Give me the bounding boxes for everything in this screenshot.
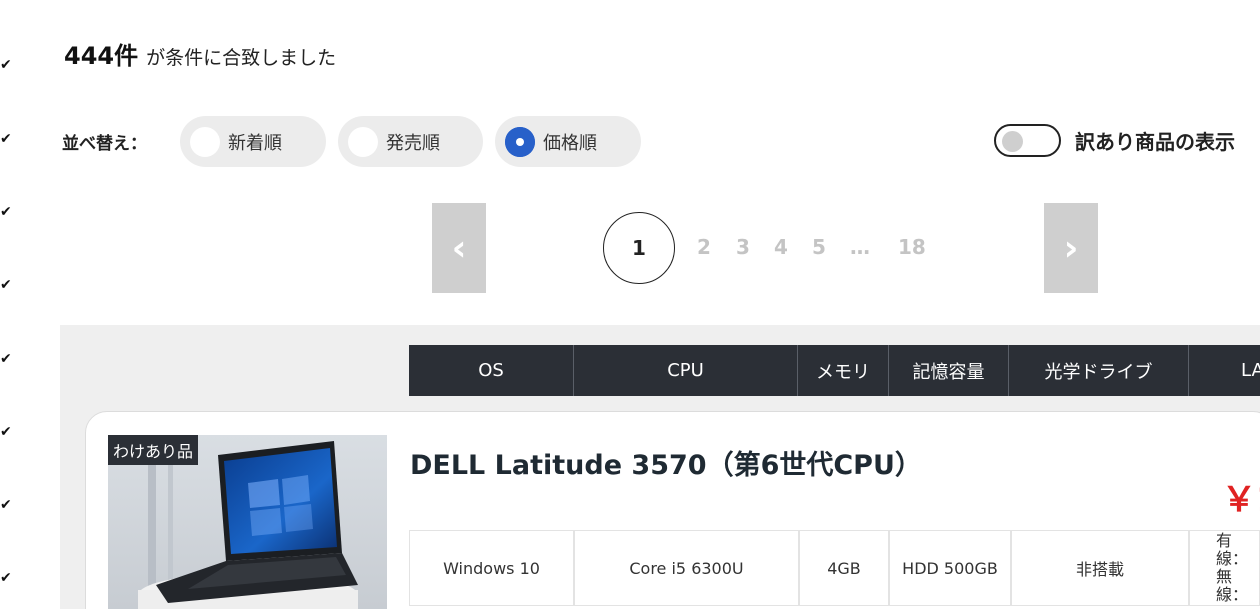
pagination-page[interactable]: 18 (898, 235, 926, 259)
pagination-page[interactable]: 3 (736, 235, 750, 259)
check-icon: ✔ (0, 277, 12, 293)
check-icon: ✔ (0, 351, 12, 367)
pagination-next-button[interactable]: › (1044, 203, 1098, 293)
sort-option-newest[interactable]: 新着順 (180, 116, 326, 167)
toggle-knob (1002, 131, 1023, 152)
outlet-badge: わけあり品 (108, 435, 199, 465)
sort-option-label: 新着順 (228, 132, 282, 154)
spec-cell-os: Windows 10 (409, 530, 574, 606)
check-icon: ✔ (0, 497, 12, 513)
check-icon: ✔ (0, 131, 12, 147)
sort-option-label: 発売順 (386, 132, 440, 154)
sort-option-release[interactable]: 発売順 (338, 116, 483, 167)
check-icon: ✔ (0, 570, 12, 586)
spec-header-memory: メモリ (798, 345, 889, 396)
radio-selected-icon (505, 126, 535, 157)
product-title[interactable]: DELL Latitude 3570（第6世代CPU） (410, 443, 922, 482)
spec-header-os: OS (409, 345, 574, 396)
product-price: ￥1 (1222, 480, 1260, 520)
spec-header-storage: 記憶容量 (889, 345, 1009, 396)
sort-option-label: 価格順 (543, 132, 597, 154)
pagination-page[interactable]: 5 (812, 235, 826, 259)
radio-icon (348, 126, 378, 157)
check-icon: ✔ (0, 57, 12, 73)
pagination-page[interactable]: 2 (697, 235, 711, 259)
result-summary: 444件 が条件に合致しました (64, 36, 336, 72)
outlet-toggle[interactable] (994, 124, 1061, 157)
result-count: 444件 (64, 42, 139, 70)
pagination-current-page[interactable]: 1 (603, 212, 675, 284)
spec-cell-memory: 4GB (799, 530, 889, 606)
pagination-ellipsis: … (850, 235, 870, 259)
spec-cell-optical: 非搭載 (1011, 530, 1189, 606)
spec-cell-lan: 有線： 無線： (1189, 530, 1260, 606)
radio-icon (190, 126, 220, 157)
spec-header-optical: 光学ドライブ (1009, 345, 1189, 396)
left-checkmark-column: ✔ ✔ ✔ ✔ ✔ ✔ ✔ ✔ (0, 0, 20, 609)
lan-wired-label: 有線： (1216, 531, 1249, 568)
check-icon: ✔ (0, 424, 12, 440)
lan-wireless-label: 無線： (1216, 567, 1249, 604)
check-icon: ✔ (0, 204, 12, 220)
spec-header-cpu: CPU (574, 345, 798, 396)
outlet-toggle-label: 訳あり商品の表示 (1075, 130, 1235, 154)
pagination-page[interactable]: 4 (774, 235, 788, 259)
chevron-left-icon: ‹ (451, 227, 467, 269)
chevron-right-icon: › (1063, 227, 1079, 269)
result-text: が条件に合致しました (146, 47, 337, 69)
spec-cell-cpu: Core i5 6300U (574, 530, 799, 606)
spec-cell-storage: HDD 500GB (889, 530, 1011, 606)
sort-option-price[interactable]: 価格順 (495, 116, 641, 167)
outlet-filter: 訳あり商品の表示 (994, 124, 1235, 157)
pagination-prev-button[interactable]: ‹ (432, 203, 486, 293)
spec-header-lan: LAN (1189, 345, 1260, 396)
sort-label: 並べ替え： (62, 134, 147, 154)
